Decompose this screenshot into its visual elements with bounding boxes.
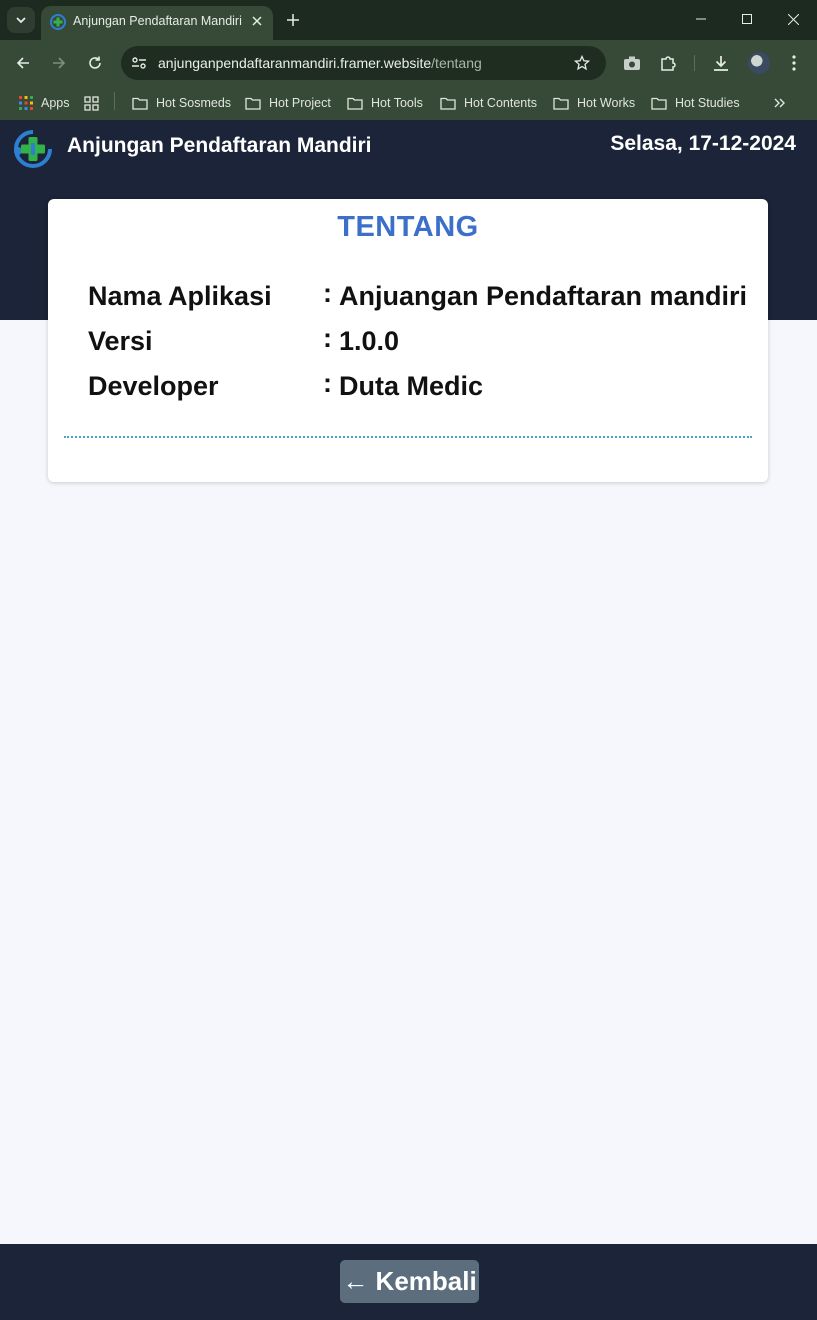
bookmark-label: Hot Works [577, 96, 636, 110]
app-logo-favicon-icon [50, 14, 66, 30]
bookmark-folder[interactable]: Hot Works [553, 92, 635, 114]
reload-button[interactable] [84, 52, 106, 74]
info-value: 1.0.0 [339, 326, 400, 356]
bookmark-label: Hot Contents [464, 96, 537, 110]
app-footer: ← Kembali [0, 1244, 817, 1320]
minimize-button[interactable] [690, 8, 712, 30]
bookmark-folder[interactable]: Hot Project [245, 92, 331, 114]
arrow-right-icon [53, 57, 66, 69]
address-bar[interactable]: anjunganpendaftaranmandiri.framer.websit… [121, 46, 606, 80]
browser-tab[interactable]: Anjungan Pendaftaran Mandiri [41, 6, 273, 40]
folder-icon [440, 97, 456, 110]
url-host: anjunganpendaftaranmandiri.framer.websit… [158, 55, 432, 71]
star-icon [574, 55, 590, 71]
bookmark-label: Hot Sosmeds [156, 96, 232, 110]
bookmark-label: Hot Studies [675, 96, 740, 110]
bookmark-star-button[interactable] [572, 53, 592, 73]
plus-icon [287, 14, 299, 26]
tab-search-button[interactable] [7, 7, 35, 33]
close-icon [252, 16, 262, 26]
double-chevron-right-icon [774, 98, 785, 108]
browser-toolbar: anjunganpendaftaranmandiri.framer.websit… [0, 40, 817, 86]
kebab-menu-icon [792, 55, 796, 71]
bookmark-folder[interactable]: Hot Studies [651, 92, 740, 114]
apps-grid-icon [19, 96, 33, 110]
back-nav-button[interactable] [12, 52, 34, 74]
folder-icon [553, 97, 569, 110]
tab-close-button[interactable] [248, 12, 266, 30]
more-bookmarks-button[interactable] [773, 92, 785, 114]
tune-icon [132, 57, 146, 69]
chevron-down-icon [16, 17, 26, 24]
info-value: Anjuangan Pendaftaran mandiri [339, 281, 748, 311]
bookmark-label: Apps [41, 96, 70, 110]
info-colon: : [323, 323, 332, 353]
app-title: Anjungan Pendaftaran Mandiri [67, 134, 372, 157]
browser-menu-button[interactable] [783, 52, 805, 74]
bookmark-apps[interactable]: Apps [19, 92, 70, 114]
camera-icon [624, 56, 640, 70]
bookmarks-bar: Apps Hot Sosmeds Hot Project Hot Tools H… [0, 86, 817, 120]
extensions-button[interactable] [657, 52, 679, 74]
arrow-left-icon [16, 57, 29, 69]
info-colon: : [323, 278, 332, 308]
card-title: TENTANG [337, 211, 479, 243]
bookmark-folder[interactable]: Hot Contents [440, 92, 537, 114]
folder-icon [651, 97, 667, 110]
profile-avatar[interactable] [748, 52, 770, 74]
forward-nav-button[interactable] [48, 52, 70, 74]
grid-icon [84, 95, 99, 111]
new-tab-button[interactable] [283, 10, 303, 30]
info-value: Duta Medic [339, 371, 484, 401]
bookmark-label: Hot Project [269, 96, 331, 110]
folder-icon [132, 97, 148, 110]
dotted-divider [64, 436, 752, 438]
folder-icon [245, 97, 261, 110]
toolbar-separator [694, 55, 695, 71]
info-label: Versi [88, 326, 153, 356]
screenshot-button[interactable] [621, 52, 643, 74]
url-path: /tentang [431, 55, 482, 71]
current-date: Selasa, 17-12-2024 [610, 132, 796, 155]
info-colon: : [323, 368, 332, 398]
puzzle-icon [661, 56, 676, 71]
bookmarks-separator [114, 92, 115, 110]
back-button[interactable]: ← Kembali [340, 1260, 479, 1303]
maximize-icon [742, 14, 752, 24]
window-close-button[interactable] [782, 8, 804, 30]
reload-icon [89, 56, 101, 69]
folder-icon [347, 97, 363, 110]
close-icon [787, 13, 799, 25]
info-label: Nama Aplikasi [88, 281, 272, 311]
info-label: Developer [88, 371, 219, 401]
tab-title: Anjungan Pendaftaran Mandiri [73, 14, 242, 28]
browser-tab-bar: Anjungan Pendaftaran Mandiri [0, 0, 817, 40]
site-info-button[interactable] [129, 54, 149, 72]
about-card: TENTANG Nama Aplikasi : Anjuangan Pendaf… [48, 199, 768, 482]
bookmark-folder[interactable]: Hot Tools [347, 92, 423, 114]
url-text: anjunganpendaftaranmandiri.framer.websit… [158, 55, 482, 71]
maximize-button[interactable] [736, 8, 758, 30]
tab-groups-button[interactable] [84, 92, 99, 114]
downloads-button[interactable] [710, 52, 732, 74]
minimize-icon [696, 18, 706, 20]
bookmark-label: Hot Tools [371, 96, 423, 110]
bookmark-folder[interactable]: Hot Sosmeds [132, 92, 231, 114]
app-logo-icon [14, 130, 52, 168]
download-icon [714, 56, 728, 71]
